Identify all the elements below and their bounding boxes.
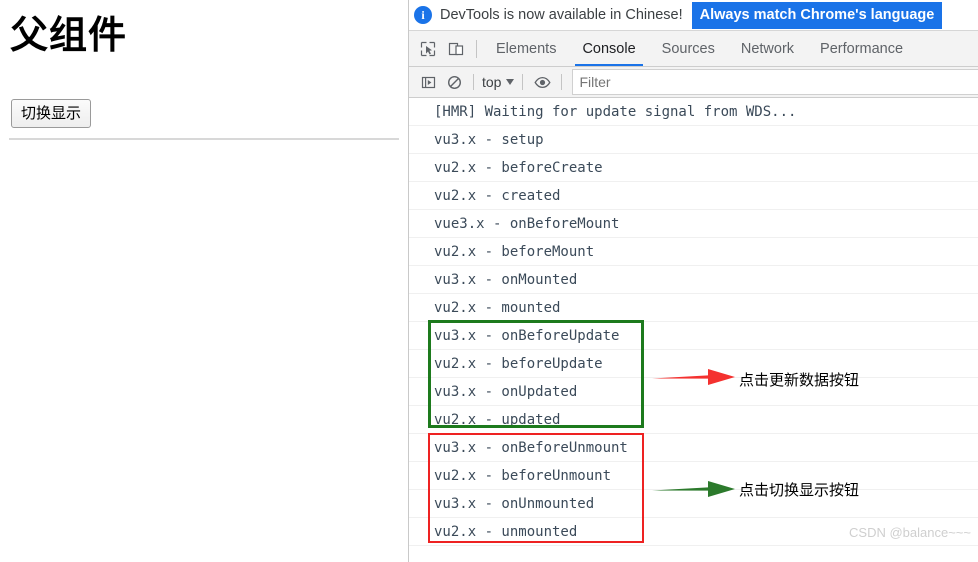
tab-label: Console	[582, 40, 636, 57]
annotation-label-unmount: 点击切换显示按钮	[739, 481, 860, 499]
inspect-element-icon[interactable]	[414, 31, 442, 66]
page-horizontal-divider	[9, 138, 399, 140]
console-message-list[interactable]: [HMR] Waiting for update signal from WDS…	[409, 98, 978, 548]
annotation-arrow-red	[652, 369, 735, 385]
live-expression-eye-icon[interactable]	[529, 69, 555, 95]
tab-elements[interactable]: Elements	[483, 31, 569, 66]
clear-console-icon[interactable]	[441, 69, 467, 95]
console-log-row: vu3.x - setup	[409, 126, 978, 154]
toolbar-separator	[561, 74, 563, 90]
tab-performance[interactable]: Performance	[807, 31, 916, 66]
devtools-language-banner: i DevTools is now available in Chinese! …	[409, 0, 978, 30]
watermark-text: CSDN @balance~~~	[849, 525, 971, 540]
tab-network[interactable]: Network	[728, 31, 807, 66]
toolbar-separator	[473, 74, 474, 90]
javascript-context-selector[interactable]: top	[480, 74, 516, 90]
chevron-down-icon	[506, 79, 515, 85]
console-log-row: vu2.x - beforeMount	[409, 238, 978, 266]
always-match-chrome-language-button[interactable]: Always match Chrome's language	[691, 1, 943, 29]
devtools-tab-bar: Elements Console Sources Network Perform…	[409, 30, 978, 67]
screenshot-root: 父组件 切换显示 i DevTools is now available in …	[0, 0, 978, 562]
tab-label: Sources	[661, 40, 715, 57]
tab-sources[interactable]: Sources	[649, 31, 728, 66]
context-value: top	[482, 74, 502, 90]
console-log-row: vu2.x - created	[409, 182, 978, 210]
console-sidebar-icon[interactable]	[415, 69, 441, 95]
toggle-display-button[interactable]: 切换显示	[11, 99, 92, 128]
tabbar-separator	[476, 39, 477, 58]
banner-message: DevTools is now available in Chinese!	[440, 7, 683, 23]
console-log-row: vu3.x - onMounted	[409, 266, 978, 294]
console-log-row: vu2.x - updated	[409, 406, 978, 434]
console-filter-input[interactable]	[572, 69, 978, 95]
console-toolbar: top	[409, 67, 978, 98]
console-log-row: [HMR] Waiting for update signal from WDS…	[409, 98, 978, 126]
info-icon: i	[414, 6, 432, 24]
tab-label: Elements	[496, 40, 557, 57]
console-log-row: vu2.x - beforeCreate	[409, 154, 978, 182]
console-log-row: vu3.x - onBeforeUpdate	[409, 322, 978, 350]
console-log-row: vu3.x - onBeforeUnmount	[409, 434, 978, 462]
toolbar-separator	[522, 74, 524, 90]
tab-label: Network	[740, 40, 795, 57]
tab-console[interactable]: Console	[569, 31, 648, 66]
console-log-row: vu2.x - mounted	[409, 294, 978, 322]
page-title: 父组件	[10, 13, 128, 57]
devtools-panel: i DevTools is now available in Chinese! …	[408, 0, 978, 562]
tab-label: Performance	[820, 40, 904, 57]
annotation-label-update: 点击更新数据按钮	[739, 371, 860, 389]
console-log-row: vue3.x - onBeforeMount	[409, 210, 978, 238]
browser-page-pane: 父组件 切换显示	[0, 0, 408, 562]
device-toolbar-icon[interactable]	[442, 31, 470, 66]
annotation-arrow-green	[652, 481, 735, 497]
